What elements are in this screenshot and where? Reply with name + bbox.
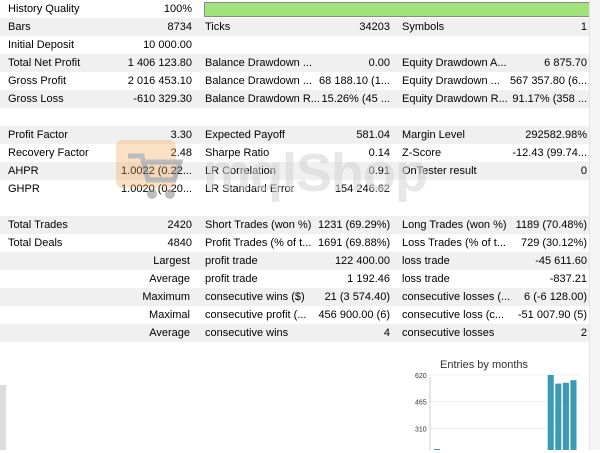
y-tick-label: 465 — [415, 400, 427, 407]
stat-value: 1189 (70.48%) — [515, 219, 587, 231]
stat-label: consecutive losses — [402, 327, 495, 339]
stat-label: consecutive losses (... — [402, 291, 511, 303]
stat-value: -45 611.60 — [535, 255, 587, 267]
stat-value: 6 875.70 — [544, 57, 587, 69]
stat-value: 8734 — [167, 21, 192, 33]
stat-row: Maximum consecutive wins ($) 21 (3 574.40)… — [0, 288, 600, 306]
stat-value: 0.91 — [368, 165, 390, 177]
stat-value: -837.21 — [549, 273, 587, 285]
stat-label: loss trade — [402, 255, 450, 267]
stat-value: 1231 (69.29%) — [318, 219, 390, 231]
stat-row: Maximal consecutive profit (... 456 900.00… — [0, 306, 600, 324]
stat-row: Largest profit trade 122 400.00 loss trade -… — [0, 252, 600, 270]
y-tick-label: 620 — [415, 373, 427, 380]
stat-group-label: Largest — [153, 255, 190, 267]
stat-group-label: Average — [149, 273, 190, 285]
stat-row: Gross Profit 2 016 453.10 Balance Drawdown… — [0, 72, 600, 90]
stat-row: Total Net Profit 1 406 123.80 Balance Draw… — [0, 54, 600, 72]
stat-row: Total Trades 2420 Short Trades (won %) 1231… — [0, 216, 600, 234]
stat-value: -51 007.90 (5) — [517, 309, 587, 321]
stat-value: 729 (30.12%) — [520, 237, 587, 249]
stat-value: -12.43 (99.74... — [512, 147, 587, 159]
stat-value: -610 329.30 — [133, 93, 192, 105]
entries-by-months-chart: Entries by months 620 465 310 — [410, 357, 588, 450]
stat-label: OnTester result — [402, 165, 477, 177]
stat-value: 0.00 — [368, 57, 390, 69]
stat-row: Total Deals 4840 Profit Trades (% of t... 1… — [0, 234, 600, 252]
stat-row: Average consecutive wins 4 consecutive loss… — [0, 324, 600, 342]
stat-label: loss trade — [402, 273, 450, 285]
stat-row: Profit Factor 3.30 Expected Payoff 581.04 Ma… — [0, 126, 600, 144]
chart-bar — [555, 383, 562, 450]
stat-value: 456 900.00 (6) — [318, 309, 390, 321]
stat-row: Recovery Factor 2.48 Sharpe Ratio 0.14 Z-Sco… — [0, 144, 600, 162]
stat-label: Long Trades (won %) — [402, 219, 507, 231]
chart-bar — [547, 375, 554, 450]
history-quality-fill — [205, 3, 589, 16]
stat-label: Z-Score — [402, 147, 442, 159]
history-quality-bar — [204, 2, 590, 17]
stat-value: 10 000.00 — [143, 39, 192, 51]
stat-label: Loss Trades (% of t... — [402, 237, 506, 249]
stat-label: consecutive loss (c... — [402, 309, 505, 321]
stat-value: 1 192.46 — [347, 273, 390, 285]
stat-row: Initial Deposit 10 000.00 — [0, 36, 600, 54]
stat-row: Bars 8734 Ticks 34203 Symbols 1 — [0, 18, 600, 36]
stat-value: 91.17% (358 ... — [512, 93, 587, 105]
stat-label: Equity Drawdown ... — [402, 75, 500, 87]
stat-value: 6 (-6 128.00) — [524, 291, 587, 303]
stat-value: 2.48 — [170, 147, 192, 159]
stat-row: GHPR 1.0020 (0.20... LR Standard Error 154 … — [0, 180, 600, 198]
stat-value: 1 — [580, 21, 587, 33]
stat-value: 154 246.62 — [334, 183, 390, 195]
stat-value: 34203 — [359, 21, 390, 33]
stat-label: Equity Drawdown A... — [402, 57, 507, 69]
stat-value: 21 (3 574.40) — [324, 291, 390, 303]
stat-group-label: Average — [149, 327, 190, 339]
stat-value: 4840 — [167, 237, 192, 249]
stat-group-label: Maximum — [142, 291, 190, 303]
chart-bar — [562, 382, 569, 450]
stat-group-label: Maximal — [149, 309, 190, 321]
stat-label: Margin Level — [402, 129, 465, 141]
stat-value: 0.14 — [368, 147, 390, 159]
history-quality-value: 100% — [163, 3, 192, 15]
chart-bar — [570, 380, 577, 450]
y-tick-label: 310 — [415, 426, 427, 433]
stat-row: AHPR 1.0022 (0.22... LR Correlation 0.91 OnT… — [0, 162, 600, 180]
stat-value: 567 357.80 (6... — [509, 75, 587, 87]
stat-value: 3.30 — [170, 129, 192, 141]
stat-value: 1 406 123.80 — [127, 57, 192, 69]
stat-value: 2 — [580, 327, 587, 339]
stat-value: 68 188.10 (1... — [319, 75, 390, 87]
stat-value: 1.0020 (0.20... — [121, 183, 192, 195]
stat-row: Gross Loss -610 329.30 Balance Drawdown R.… — [0, 90, 600, 108]
stat-value: 2420 — [167, 219, 192, 231]
history-quality-row: History Quality 100% — [0, 0, 600, 18]
stat-value: 1691 (69.88%) — [318, 237, 390, 249]
stat-value: 581.04 — [356, 129, 390, 141]
stat-value: 2 016 453.10 — [127, 75, 192, 87]
stat-value: 15.26% (45 ... — [321, 93, 391, 105]
vertical-scrollbar[interactable] — [589, 0, 600, 450]
chart-title: Entries by months — [440, 359, 529, 371]
stat-value: 122 400.00 — [334, 255, 390, 267]
stat-label: Equity Drawdown R... — [402, 93, 508, 105]
stat-row: Average profit trade 1 192.46 loss trade -83… — [0, 270, 600, 288]
stat-value: 0 — [580, 165, 587, 177]
stat-label: Symbols — [402, 21, 445, 33]
left-panel-edge — [0, 385, 6, 450]
stat-value: 1.0022 (0.22... — [121, 165, 192, 177]
stat-value: 292582.98% — [525, 129, 587, 141]
stat-value: 4 — [383, 327, 390, 339]
